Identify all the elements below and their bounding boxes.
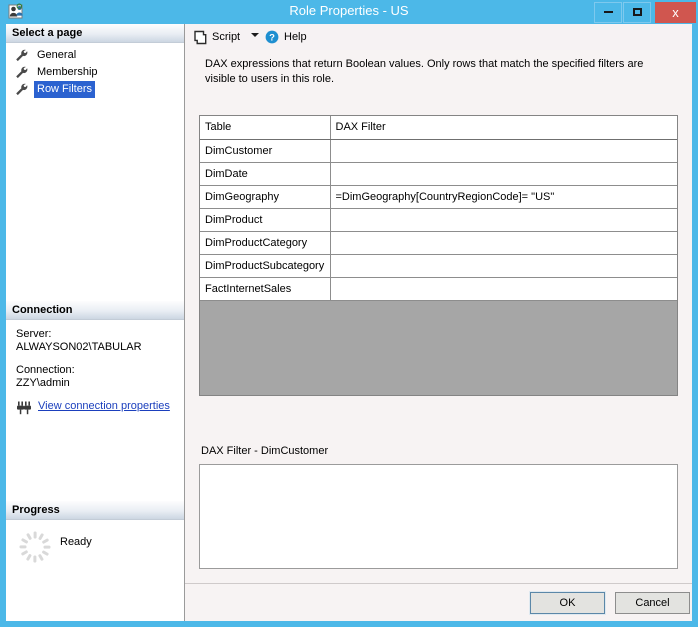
connection-label: Connection: [16,364,75,376]
description-text: DAX expressions that return Boolean valu… [205,58,644,85]
cell-dax-filter[interactable] [330,231,677,255]
table-row[interactable]: DimGeography =DimGeography[CountryRegion… [200,185,677,209]
column-header-table[interactable]: Table [200,116,331,140]
view-connection-properties-row[interactable]: View connection properties [16,400,176,416]
cell-dax-filter[interactable] [330,277,677,301]
sidebar-item-membership[interactable]: Membership [6,64,184,81]
dialog-footer: OK Cancel [185,584,692,621]
cell-table-name[interactable]: DimProduct [200,208,331,232]
connection-section: Server: ALWAYSON02\TABULAR Connection: Z… [6,320,184,416]
script-button[interactable]: Script [193,28,240,46]
footer-sidebar-filler [6,584,185,621]
table-row[interactable]: DimProductSubcategory [200,254,677,278]
sidebar-item-label: Row Filters [34,81,96,98]
connection-value: ZZY\admin [16,377,70,389]
column-header-dax-filter[interactable]: DAX Filter [330,116,677,140]
cell-table-name[interactable]: FactInternetSales [200,277,331,301]
dialog-body: Select a page General Membership Row Fil… [6,24,692,621]
sidebar-item-label: General [37,49,77,61]
cell-dax-filter[interactable] [330,139,677,163]
server-value: ALWAYSON02\TABULAR [16,341,142,353]
sidebar: Select a page General Membership Row Fil… [6,24,185,584]
cell-dax-filter[interactable] [330,254,677,278]
dax-filter-input[interactable] [200,465,677,568]
cell-table-name[interactable]: DimProductCategory [200,231,331,255]
cell-dax-filter[interactable]: =DimGeography[CountryRegionCode]= "US" [330,185,677,209]
server-label: Server: [16,328,52,340]
help-question-icon: ? [265,30,279,44]
progress-header: Progress [6,501,184,520]
ok-button[interactable]: OK [529,591,606,615]
wrench-icon [15,83,29,96]
dax-filter-editor-label: DAX Filter - DimCustomer [201,445,329,457]
progress-status: Ready [60,536,92,548]
help-label: Help [284,31,307,43]
maximize-button[interactable] [623,2,651,23]
chevron-down-icon[interactable] [251,33,259,51]
cell-dax-filter[interactable] [330,208,677,232]
cell-dax-filter[interactable] [330,162,677,186]
cell-table-name[interactable]: DimCustomer [200,139,331,163]
table-row[interactable]: FactInternetSales [200,277,677,301]
role-properties-dialog: Role Properties - US x Select a page Gen… [0,0,698,627]
minimize-button[interactable] [594,2,622,23]
table-row[interactable]: DimDate [200,162,677,186]
sidebar-item-row-filters[interactable]: Row Filters [6,81,184,98]
cell-table-name[interactable]: DimDate [200,162,331,186]
script-label: Script [212,31,241,43]
table-header-row: Table DAX Filter [200,116,677,140]
progress-section: Ready [6,520,184,580]
dax-filter-editor[interactable] [199,464,678,569]
sidebar-item-general[interactable]: General [6,47,184,64]
table-row[interactable]: DimCustomer [200,139,677,163]
wrench-icon [15,49,29,62]
row-filters-grid[interactable]: Table DAX Filter DimCustomer DimDate Dim… [199,115,678,396]
cell-table-name[interactable]: DimProductSubcategory [200,254,331,278]
toolbar: Script ? Help [185,24,692,50]
connection-header: Connection [6,301,184,320]
select-a-page-header: Select a page [6,24,184,43]
page-list: General Membership Row Filters [6,43,184,98]
script-document-icon [193,30,208,45]
spinner-icon [18,530,52,564]
table-row[interactable]: DimProduct [200,208,677,232]
close-button[interactable]: x [655,2,696,23]
sidebar-item-label: Membership [37,66,98,78]
svg-text:?: ? [269,33,275,44]
main-content: Script ? Help DAX expressions that retur… [185,24,692,584]
wrench-icon [15,66,29,79]
title-bar: Role Properties - US x [0,0,698,24]
plug-connector-icon [16,401,32,415]
cell-table-name[interactable]: DimGeography [200,185,331,209]
table-row[interactable]: DimProductCategory [200,231,677,255]
cancel-button[interactable]: Cancel [615,592,690,614]
view-connection-properties-link[interactable]: View connection properties [38,400,170,412]
help-button[interactable]: ? Help [265,28,307,46]
row-filters-table: Table DAX Filter DimCustomer DimDate Dim… [200,116,677,301]
table-body: DimCustomer DimDate DimGeography =DimGeo… [200,139,677,301]
